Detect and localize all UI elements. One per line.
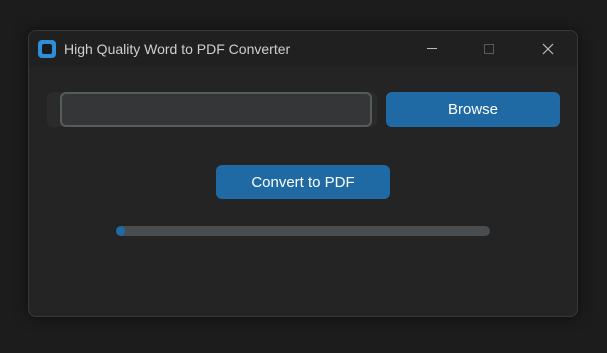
window-title: High Quality Word to PDF Converter <box>64 41 291 57</box>
convert-button[interactable]: Convert to PDF <box>216 165 390 199</box>
maximize-button[interactable] <box>466 31 512 67</box>
close-icon <box>542 43 554 55</box>
maximize-icon <box>484 44 494 54</box>
minimize-button[interactable] <box>409 31 455 67</box>
file-path-input[interactable] <box>60 92 372 127</box>
browse-button[interactable]: Browse <box>386 92 560 127</box>
app-icon <box>38 40 56 58</box>
title-bar[interactable]: High Quality Word to PDF Converter <box>29 31 577 67</box>
minimize-icon <box>427 48 437 49</box>
progress-fill <box>116 226 126 236</box>
close-button[interactable] <box>525 31 571 67</box>
progress-bar <box>116 226 490 236</box>
app-window: High Quality Word to PDF Converter Brows… <box>28 30 578 317</box>
